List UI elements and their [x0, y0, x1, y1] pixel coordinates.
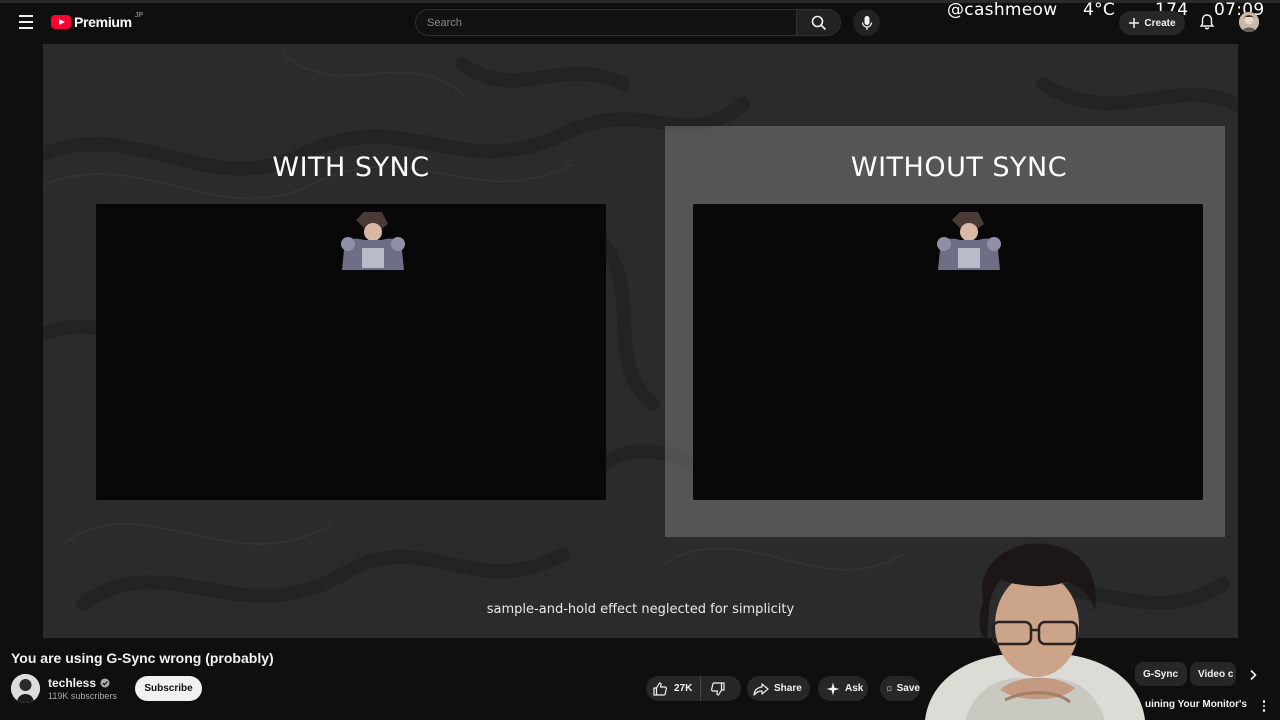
youtube-premium-logo[interactable]: Premium JP [51, 12, 143, 32]
stream-handle: @cashmeow [947, 0, 1058, 20]
sparkle-icon [826, 682, 840, 695]
stream-temperature: 4°C [1083, 0, 1116, 20]
thumbs-up-icon [653, 681, 667, 696]
streamer-webcam [925, 543, 1145, 720]
share-button[interactable]: Share [747, 676, 810, 701]
without-sync-title: WITHOUT SYNC [850, 152, 1068, 183]
chip-video-label: Video c [1198, 668, 1234, 680]
video-title: You are using G-Sync wrong (probably) [11, 650, 274, 666]
channel-name-row[interactable]: techless [48, 676, 110, 690]
search-button[interactable] [796, 10, 840, 35]
menu-icon[interactable] [14, 10, 38, 34]
logo-region: JP [134, 11, 143, 19]
masthead: Premium JP @cashmeow 4°C 174 07:09 Creat… [0, 0, 1280, 44]
chips-next-button[interactable] [1244, 666, 1262, 684]
plus-icon [1129, 18, 1140, 28]
channel-avatar[interactable] [11, 674, 40, 703]
chip-gsync-label: G-Sync [1143, 668, 1179, 680]
recommended-video-title[interactable]: uining Your Monitor's [1145, 699, 1247, 710]
character-sprite-right [937, 212, 1001, 270]
channel-name[interactable]: techless [48, 676, 96, 690]
create-button[interactable]: Create [1119, 11, 1185, 35]
ask-button[interactable]: Ask [818, 676, 868, 701]
thumbs-down-icon [711, 681, 725, 696]
notifications-bell-icon[interactable] [1197, 12, 1217, 32]
with-sync-title: WITH SYNC [272, 152, 430, 183]
more-vert-icon[interactable] [1258, 699, 1270, 713]
character-sprite-left [341, 212, 405, 270]
share-arrow-icon [753, 682, 769, 696]
search-box [415, 9, 841, 36]
subscribe-button[interactable]: Subscribe [135, 676, 202, 701]
search-input[interactable] [416, 10, 796, 35]
like-dislike-group: 27K [646, 676, 741, 701]
ask-label: Ask [845, 683, 864, 694]
like-button[interactable]: 27K [646, 676, 702, 701]
like-count: 27K [674, 683, 693, 694]
chevron-right-icon [1250, 669, 1257, 681]
verified-icon [100, 678, 110, 688]
account-avatar[interactable] [1239, 12, 1259, 32]
create-label: Create [1144, 17, 1176, 29]
logo-word: Premium [74, 14, 132, 30]
subscriber-count: 119K subscribers [48, 691, 117, 701]
chip-gsync[interactable]: G-Sync [1135, 662, 1187, 686]
microphone-icon [861, 15, 872, 30]
play-logo-icon [51, 15, 71, 29]
voice-search-button[interactable] [853, 9, 880, 36]
dislike-button[interactable] [701, 676, 735, 701]
bookmark-icon [887, 686, 892, 691]
chip-video[interactable]: Video c [1190, 662, 1236, 686]
share-label: Share [774, 683, 802, 694]
search-icon [811, 15, 826, 30]
